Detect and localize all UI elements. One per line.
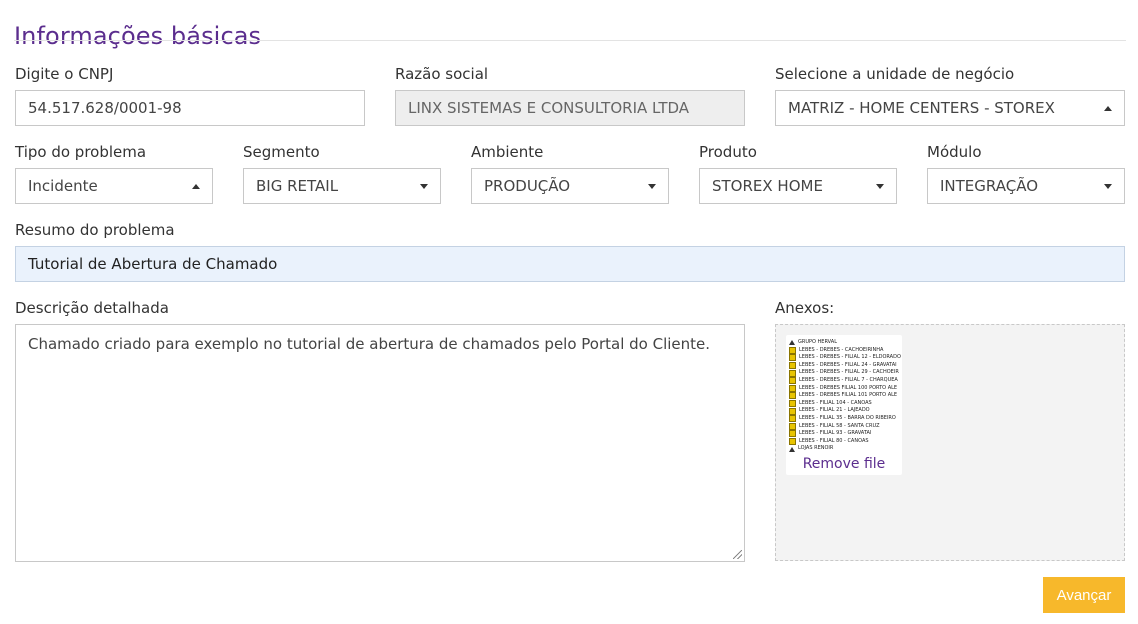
unidade-select[interactable]: MATRIZ - HOME CENTERS - STOREX <box>775 90 1125 126</box>
checkbox-icon <box>789 438 796 446</box>
checkbox-icon <box>789 377 796 385</box>
thumbnail-row: LEBES - FILIAL 80 - CANOAS <box>789 438 902 446</box>
produto-label: Produto <box>699 143 757 161</box>
thumbnail-row: LOJAS RENOIR <box>789 445 902 453</box>
thumbnail-row: LEBES - DREBES - CACHOEIRINHA <box>789 347 902 355</box>
thumbnail-row: LEBES - FILIAL 93 - GRAVATAI <box>789 430 902 438</box>
attachments-dropzone[interactable]: GRUPO HERVAL LEBES - DREBES - CACHOEIRINH… <box>775 324 1125 561</box>
thumbnail-row-label: GRUPO HERVAL <box>798 339 837 345</box>
attachment-thumbnail-image: GRUPO HERVAL LEBES - DREBES - CACHOEIRINH… <box>789 339 902 455</box>
thumbnail-row: LEBES - FILIAL 104 - CANOAS <box>789 400 902 408</box>
checkbox-icon <box>789 415 796 423</box>
thumbnail-row-label: LEBES - DREBES FILIAL 100 PORTO ALE <box>799 384 898 391</box>
thumbnail-row-label: LEBES - FILIAL 80 - CANOAS <box>799 437 869 444</box>
caret-down-icon <box>420 183 428 189</box>
thumbnail-row-label: LEBES - FILIAL 104 - CANOAS <box>799 399 872 406</box>
thumbnail-row-label: LEBES - FILIAL 93 - GRAVATAI <box>799 430 872 437</box>
thumbnail-row: LEBES - FILIAL 21 - LAJEADO <box>789 407 902 415</box>
produto-select[interactable]: STOREX HOME <box>699 168 897 204</box>
remove-file-link[interactable]: Remove file <box>786 456 902 472</box>
resumo-input[interactable]: Tutorial de Abertura de Chamado <box>15 246 1125 282</box>
caret-up-icon <box>1104 105 1112 111</box>
checkbox-icon <box>789 446 795 452</box>
segmento-label: Segmento <box>243 143 320 161</box>
thumbnail-row-label: LEBES - FILIAL 35 - BARRA DO RIBEIRO <box>799 414 896 421</box>
ambiente-select[interactable]: PRODUÇÃO <box>471 168 669 204</box>
caret-down-icon <box>648 183 656 189</box>
thumbnail-row-label: LEBES - FILIAL 21 - LAJEADO <box>799 407 870 414</box>
descricao-textarea[interactable]: Chamado criado para exemplo no tutorial … <box>15 324 745 562</box>
resumo-input-value: Tutorial de Abertura de Chamado <box>28 255 278 273</box>
cnpj-label: Digite o CNPJ <box>15 65 114 83</box>
descricao-text: Chamado criado para exemplo no tutorial … <box>28 335 711 353</box>
ambiente-label: Ambiente <box>471 143 544 161</box>
thumbnail-row: LEBES - FILIAL 35 - BARRA DO RIBEIRO <box>789 415 902 423</box>
checkbox-icon <box>789 430 796 438</box>
modulo-label: Módulo <box>927 143 982 161</box>
cnpj-input-value: 54.517.628/0001-98 <box>28 99 182 117</box>
thumbnail-row: LEBES - DREBES - FILIAL 24 - GRAVATAI <box>789 362 902 370</box>
anexos-label: Anexos: <box>775 299 835 317</box>
caret-up-icon <box>192 183 200 189</box>
checkbox-icon <box>789 422 796 430</box>
caret-down-icon <box>1104 183 1112 189</box>
caret-down-icon <box>876 183 884 189</box>
thumbnail-row: LEBES - DREBES FILIAL 101 PORTO ALE <box>789 392 902 400</box>
checkbox-icon <box>789 354 796 362</box>
thumbnail-row-label: LEBES - DREBES - FILIAL 7 - CHARQUEA <box>799 376 898 383</box>
resumo-label: Resumo do problema <box>15 221 175 239</box>
unidade-label: Selecione a unidade de negócio <box>775 65 1015 83</box>
thumbnail-row-label: LEBES - DREBES - FILIAL 24 - GRAVATAI <box>799 361 897 368</box>
thumbnail-row: LEBES - DREBES - FILIAL 7 - CHARQUEA <box>789 377 902 385</box>
checkbox-icon <box>789 340 795 346</box>
checkbox-icon <box>789 362 796 370</box>
razao-social-label: Razão social <box>395 65 489 83</box>
avancar-button[interactable]: Avançar <box>1043 577 1125 613</box>
razao-social-field: LINX SISTEMAS E CONSULTORIA LTDA <box>395 90 745 126</box>
thumbnail-row-label: LEBES - DREBES - FILIAL 12 - ELDORADO <box>799 354 901 361</box>
modulo-value: INTEGRAÇÃO <box>940 177 1038 195</box>
checkbox-icon <box>789 407 796 415</box>
checkbox-icon <box>789 392 796 400</box>
thumbnail-row: LEBES - DREBES FILIAL 100 PORTO ALE <box>789 385 902 393</box>
section-title: Informações básicas <box>14 22 262 51</box>
thumbnail-row-label: LEBES - DREBES - CACHOEIRINHA <box>799 346 884 353</box>
resize-grip-icon[interactable] <box>733 550 742 559</box>
produto-value: STOREX HOME <box>712 177 823 195</box>
title-divider <box>14 40 1126 41</box>
ambiente-value: PRODUÇÃO <box>484 177 571 195</box>
thumbnail-row: GRUPO HERVAL <box>789 339 902 347</box>
checkbox-icon <box>789 369 796 377</box>
unidade-select-value: MATRIZ - HOME CENTERS - STOREX <box>788 99 1055 117</box>
checkbox-icon <box>789 384 796 392</box>
thumbnail-row: LEBES - DREBES - FILIAL 29 - CACHOEIR <box>789 369 902 377</box>
tipo-problema-select[interactable]: Incidente <box>15 168 213 204</box>
attachment-preview: GRUPO HERVAL LEBES - DREBES - CACHOEIRINH… <box>786 335 902 475</box>
checkbox-icon <box>789 400 796 408</box>
cnpj-input[interactable]: 54.517.628/0001-98 <box>15 90 365 126</box>
thumbnail-row: LEBES - DREBES - FILIAL 12 - ELDORADO <box>789 354 902 362</box>
descricao-label: Descrição detalhada <box>15 299 169 317</box>
thumbnail-row-label: LEBES - DREBES FILIAL 101 PORTO ALE <box>799 392 898 399</box>
segmento-value: BIG RETAIL <box>256 177 339 195</box>
segmento-select[interactable]: BIG RETAIL <box>243 168 441 204</box>
tipo-problema-label: Tipo do problema <box>15 143 147 161</box>
modulo-select[interactable]: INTEGRAÇÃO <box>927 168 1125 204</box>
thumbnail-row-label: LEBES - FILIAL 58 - SANTA CRUZ <box>799 422 880 429</box>
tipo-problema-value: Incidente <box>28 177 98 195</box>
thumbnail-row-label: LEBES - DREBES - FILIAL 29 - CACHOEIR <box>799 369 899 376</box>
checkbox-icon <box>789 346 796 354</box>
thumbnail-row: LEBES - FILIAL 58 - SANTA CRUZ <box>789 423 902 431</box>
thumbnail-row-label: LOJAS RENOIR <box>798 445 834 452</box>
razao-social-value: LINX SISTEMAS E CONSULTORIA LTDA <box>408 99 690 117</box>
